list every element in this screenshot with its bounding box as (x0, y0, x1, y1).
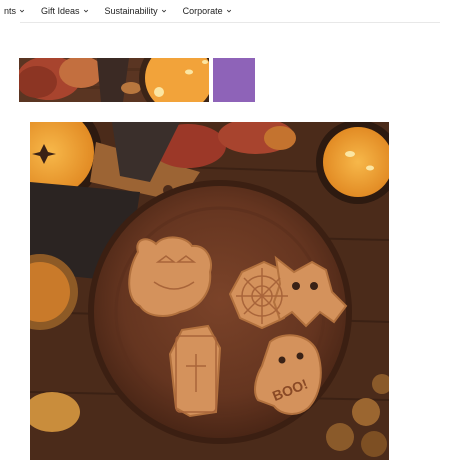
thumbnail-swatch[interactable] (213, 58, 255, 102)
thumbnail-image (19, 58, 209, 102)
nav-item-label: Gift Ideas (41, 6, 80, 16)
top-nav: nts Gift Ideas Sustainability Corporate (0, 0, 460, 22)
chevron-down-icon (161, 9, 166, 13)
chevron-down-icon (83, 9, 88, 13)
nav-item-events[interactable]: nts (4, 6, 25, 16)
nav-divider (20, 22, 440, 23)
chevron-down-icon (226, 9, 231, 13)
thumbnail-strip (19, 58, 257, 102)
nav-item-label: Corporate (182, 6, 223, 16)
nav-item-gift-ideas[interactable]: Gift Ideas (41, 6, 89, 16)
nav-item-label: Sustainability (104, 6, 158, 16)
nav-item-label: nts (4, 6, 17, 16)
halloween-cookies-plate-icon: BOO! (30, 122, 389, 460)
nav-item-corporate[interactable]: Corporate (183, 6, 232, 16)
nav-item-sustainability[interactable]: Sustainability (105, 6, 167, 16)
main-product-image[interactable]: BOO! (30, 122, 389, 460)
thumbnail-photo[interactable] (19, 58, 209, 102)
color-swatch (213, 58, 255, 102)
chevron-down-icon (19, 9, 25, 13)
